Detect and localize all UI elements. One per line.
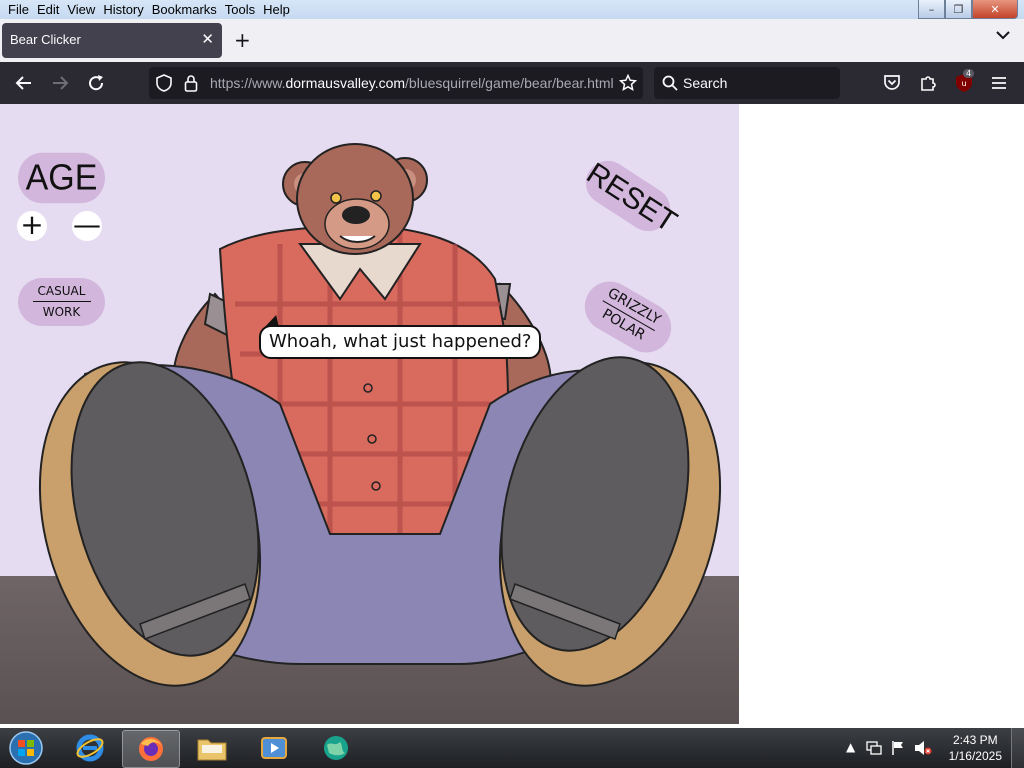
close-window-button[interactable]: ✕ [972,0,1018,19]
show-desktop-button[interactable] [1011,728,1024,768]
age-plus-button[interactable]: + [17,211,47,241]
age-button[interactable]: AGE [18,152,105,204]
volume-muted-icon[interactable] [914,740,932,756]
taskbar-internet-explorer[interactable] [62,730,118,766]
search-placeholder: Search [683,75,728,91]
taskbar-globe-app[interactable] [308,730,364,766]
menu-bookmarks[interactable]: Bookmarks [148,1,221,18]
minimize-button[interactable]: – [918,0,945,19]
search-icon [662,75,678,91]
mode-work-label: WORK [42,305,81,319]
system-clock[interactable]: 2:43 PM 1/16/2025 [949,732,1002,764]
maximize-button[interactable]: ❐ [945,0,972,19]
back-arrow-icon[interactable] [12,72,36,94]
menu-bar: File Edit View History Bookmarks Tools H… [0,0,1024,19]
tab-close-icon[interactable]: ✕ [201,30,214,48]
navigation-bar: https://www.dormausvalley.com/bluesquirr… [0,62,1024,104]
lock-icon[interactable] [184,74,198,92]
speech-bubble: Whoah, what just happened? [259,325,542,359]
taskbar-file-explorer[interactable] [184,730,240,766]
pocket-icon[interactable] [882,73,902,93]
clock-time: 2:43 PM [952,733,998,747]
search-bar[interactable]: Search [654,67,840,99]
start-button[interactable] [0,730,52,766]
url-text[interactable]: https://www.dormausvalley.com/bluesquirr… [210,75,614,91]
menu-view[interactable]: View [63,1,99,18]
forward-arrow-icon[interactable] [48,72,72,94]
menu-history[interactable]: History [99,1,147,18]
page-content: AGE + — CASUAL WORK RESET GRIZZLY POLAR … [0,104,1024,724]
taskbar: ▲ 2:43 PM 1/16/2025 [0,728,1024,768]
svg-text:u: u [961,79,966,88]
menu-edit[interactable]: Edit [33,1,63,18]
tab-bear-clicker[interactable]: Bear Clicker ✕ [2,23,222,58]
menu-help[interactable]: Help [259,1,294,18]
game-canvas[interactable]: AGE + — CASUAL WORK RESET GRIZZLY POLAR … [0,104,739,724]
extension-badge: 4 [963,69,975,78]
url-path: /bluesquirrel/game/bear/bear.html [405,75,614,91]
action-center-flag-icon[interactable] [891,740,905,756]
network-icon[interactable] [866,741,882,755]
tab-strip: Bear Clicker ✕ + [0,19,1024,62]
url-host: dormausvalley.com [285,75,406,91]
extensions-puzzle-icon[interactable] [918,73,938,93]
media-player-icon [261,737,287,759]
menu-file[interactable]: File [4,1,33,18]
folder-icon [197,739,227,761]
globe-icon [324,736,348,760]
menu-tools[interactable]: Tools [221,1,259,18]
windows-start-orb-icon [9,731,43,765]
tray-show-hidden-icon[interactable]: ▲ [846,740,855,754]
url-prefix: https://www. [210,75,286,91]
clock-date: 1/16/2025 [948,749,1002,763]
shield-icon[interactable] [156,74,172,92]
new-tab-button[interactable]: + [234,28,251,52]
taskbar-media-player[interactable] [246,730,302,766]
menu-hamburger-icon[interactable] [990,73,1008,93]
outfit-toggle-button[interactable]: CASUAL WORK [18,278,105,326]
mode-casual-label: CASUAL [37,284,86,298]
reload-icon[interactable] [84,72,108,94]
tab-title: Bear Clicker [10,32,81,47]
list-all-tabs-icon[interactable] [996,30,1010,40]
firefox-icon [139,737,163,761]
url-bar[interactable]: https://www.dormausvalley.com/bluesquirr… [149,67,643,99]
age-minus-button[interactable]: — [72,211,102,241]
internet-explorer-icon [76,734,104,762]
taskbar-firefox[interactable] [122,730,180,768]
mode-divider [32,301,91,302]
bookmark-star-icon[interactable] [619,74,637,92]
